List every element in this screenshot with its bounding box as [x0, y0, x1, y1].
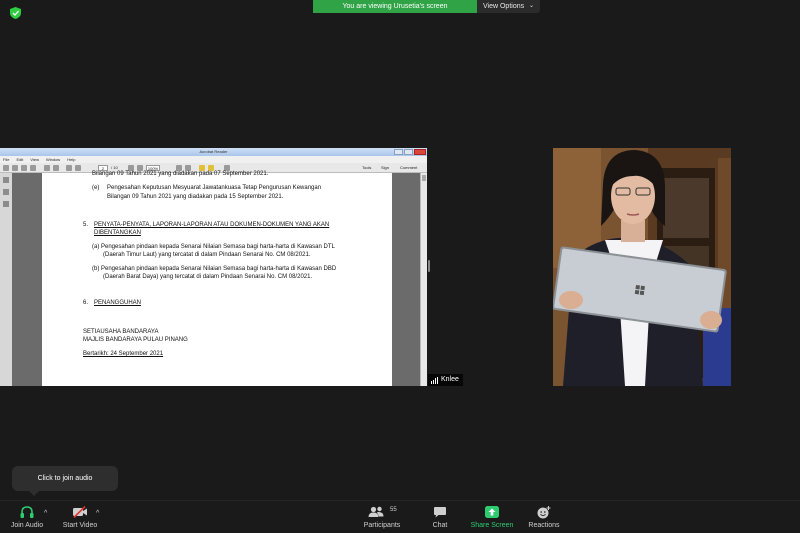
doc-signature-line1: SETIAUSAHA BANDARAYA: [83, 329, 159, 335]
save-icon: [12, 165, 18, 171]
share-screen-icon: [485, 506, 499, 518]
page-down-icon: [53, 165, 59, 171]
video-off-icon: [73, 506, 87, 518]
select-icon: [66, 165, 72, 171]
panel-resize-handle[interactable]: [428, 260, 430, 272]
video-options-caret-icon[interactable]: ^: [96, 510, 99, 517]
acrobat-app-title: Acrobat Reader: [199, 149, 228, 154]
page-up-icon: [44, 165, 50, 171]
view-options-button[interactable]: View Options ⌄: [477, 0, 540, 13]
reactions-icon: [537, 506, 551, 519]
menu-file: File: [3, 157, 10, 162]
comment-tab: Comment: [400, 165, 418, 170]
acrobat-title-bar: Acrobat Reader: [0, 148, 427, 156]
meeting-window: You are viewing Urusetia's screen View O…: [0, 0, 800, 533]
menu-help: Help: [67, 157, 76, 162]
participants-label: Participants: [363, 522, 401, 529]
window-controls: [394, 148, 426, 156]
participant-video-frame: [553, 148, 731, 386]
open-icon: [3, 165, 9, 171]
doc-date-line: Bertarikh: 24 September 2021: [83, 351, 164, 357]
chevron-down-icon: ⌄: [528, 3, 534, 9]
shared-screen[interactable]: Acrobat Reader File Edit View Window Hel…: [0, 148, 427, 386]
doc-item-a-line2: (Daerah Timur Laut) yang tercatat di dal…: [103, 252, 311, 258]
lock-icon: [3, 177, 9, 183]
audio-options-caret-icon[interactable]: ^: [44, 510, 47, 517]
menu-window: Window: [45, 157, 61, 162]
maximize-icon: [404, 149, 413, 155]
meeting-controls-bar: Join Audio ^ Start Video ^ 55 Participan…: [0, 500, 800, 533]
view-options-label: View Options: [483, 3, 525, 10]
participants-button[interactable]: 55 Participants: [359, 501, 405, 533]
participant-video[interactable]: [553, 148, 731, 386]
reactions-label: Reactions: [528, 522, 560, 529]
doc-section6-number: 6.: [83, 300, 89, 306]
join-audio-tooltip: Click to join audio: [12, 466, 118, 496]
doc-item-e-letter: (e): [92, 185, 100, 191]
close-icon: [414, 149, 426, 155]
menu-edit: Edit: [16, 157, 24, 162]
share-screen-label: Share Screen: [470, 522, 514, 529]
start-video-button[interactable]: Start Video: [58, 501, 102, 533]
participants-icon: [368, 506, 384, 517]
chat-button[interactable]: Chat: [425, 501, 455, 533]
sign-tab: Sign: [381, 165, 390, 170]
signal-bars-icon: [431, 376, 438, 384]
bookmark-icon: [3, 201, 9, 207]
pdf-page: Bilangan 09 Tahun 2021 yang diadakan pad…: [42, 171, 392, 386]
doc-section5-title-line2: DIBENTANGKAN: [94, 230, 141, 236]
vertical-scrollbar: [420, 173, 427, 386]
start-video-label: Start Video: [62, 522, 98, 529]
share-screen-button[interactable]: Share Screen: [467, 501, 517, 533]
screen-share-banner: You are viewing Urusetia's screen: [313, 0, 477, 13]
doc-item-a-line1: (a) Pengesahan pindaan kepada Senarai Ni…: [92, 244, 335, 250]
join-audio-button[interactable]: Join Audio: [6, 501, 48, 533]
email-icon: [30, 165, 36, 171]
pages-icon: [3, 189, 9, 195]
navigation-pane: [0, 173, 12, 386]
shield-check-icon[interactable]: [10, 7, 21, 19]
participant-name: Knlee: [441, 376, 459, 383]
participant-name-tag: Knlee: [428, 374, 463, 386]
print-icon: [21, 165, 27, 171]
minimize-icon: [394, 149, 403, 155]
chat-label: Chat: [432, 522, 448, 529]
doc-item-e-line1: Pengesahan Keputusan Mesyuarat Jawatanku…: [107, 185, 322, 191]
doc-item-b-line2: (Daerah Barat Daya) yang tercatat di dal…: [103, 274, 313, 280]
doc-section6-title: PENANGGUHAN: [94, 300, 142, 306]
reactions-button[interactable]: Reactions: [523, 501, 565, 533]
doc-top-cut-line: Bilangan 09 Tahun 2021 yang diadakan pad…: [92, 171, 269, 177]
doc-signature-line2: MAJLIS BANDARAYA PULAU PINANG: [83, 337, 188, 343]
chat-icon: [434, 507, 446, 518]
hand-icon: [75, 165, 81, 171]
doc-item-b-line1: (b) Pengesahan pindaan kepada Senarai Ni…: [92, 266, 337, 272]
join-audio-label: Join Audio: [10, 522, 44, 529]
headphones-icon: [20, 506, 34, 518]
scrollbar-thumb: [422, 175, 426, 181]
acrobat-menu-bar: File Edit View Window Help: [0, 156, 427, 163]
document-background: [392, 173, 420, 386]
participants-count: 55: [390, 507, 397, 513]
tools-tab: Tools: [362, 165, 372, 170]
doc-section5-number: 5.: [83, 222, 89, 228]
doc-section5-title-line1: PENYATA-PENYATA, LAPORAN-LAPORAN ATAU DO…: [94, 222, 330, 228]
menu-view: View: [30, 157, 39, 162]
doc-item-e-line2: Bilangan 09 Tahun 2021 yang diadakan pad…: [107, 194, 284, 200]
